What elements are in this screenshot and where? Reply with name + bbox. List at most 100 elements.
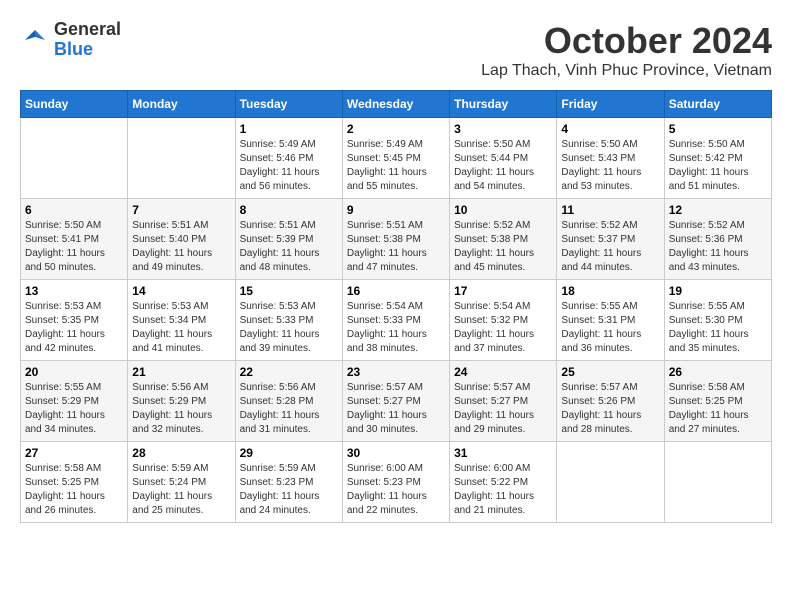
calendar-week-row: 20Sunrise: 5:55 AM Sunset: 5:29 PM Dayli…	[21, 361, 772, 442]
calendar-cell: 30 Sunrise: 6:00 AM Sunset: 5:23 PM Dayli…	[342, 442, 449, 523]
day-number: 18	[561, 284, 659, 298]
calendar-table: SundayMondayTuesdayWednesdayThursdayFrid…	[20, 90, 772, 523]
day-info: Sunrise: 5:54 AM Sunset: 5:32 PM Dayligh…	[454, 300, 552, 356]
calendar-week-row: 27Sunrise: 5:58 AM Sunset: 5:25 PM Dayli…	[21, 442, 772, 523]
day-info: Sunrise: 5:59 AM Sunset: 5:23 PM Dayligh…	[240, 462, 338, 518]
day-info: Sunrise: 5:50 AM Sunset: 5:44 PM Dayligh…	[454, 138, 552, 194]
logo-icon	[20, 25, 50, 55]
day-info: Sunrise: 5:57 AM Sunset: 5:27 PM Dayligh…	[347, 381, 445, 437]
day-number: 29	[240, 446, 338, 460]
weekday-header-cell: Wednesday	[342, 91, 449, 118]
calendar-cell: 16 Sunrise: 5:54 AM Sunset: 5:33 PM Dayli…	[342, 280, 449, 361]
logo: General Blue	[20, 20, 121, 60]
day-info: Sunrise: 5:50 AM Sunset: 5:43 PM Dayligh…	[561, 138, 659, 194]
day-number: 16	[347, 284, 445, 298]
calendar-cell: 8Sunrise: 5:51 AM Sunset: 5:39 PM Daylig…	[235, 199, 342, 280]
day-number: 14	[132, 284, 230, 298]
day-info: Sunrise: 5:51 AM Sunset: 5:39 PM Dayligh…	[240, 219, 338, 275]
calendar-week-row: 13 Sunrise: 5:53 AM Sunset: 5:35 PM Dayli…	[21, 280, 772, 361]
day-info: Sunrise: 5:54 AM Sunset: 5:33 PM Dayligh…	[347, 300, 445, 356]
day-number: 21	[132, 365, 230, 379]
day-info: Sunrise: 5:57 AM Sunset: 5:27 PM Dayligh…	[454, 381, 552, 437]
day-info: Sunrise: 5:50 AM Sunset: 5:42 PM Dayligh…	[669, 138, 767, 194]
calendar-cell: 10 Sunrise: 5:52 AM Sunset: 5:38 PM Dayli…	[450, 199, 557, 280]
page-header: General Blue October 2024 Lap Thach, Vin…	[20, 20, 772, 80]
weekday-header-cell: Tuesday	[235, 91, 342, 118]
calendar-cell: 21 Sunrise: 5:56 AM Sunset: 5:29 PM Dayli…	[128, 361, 235, 442]
day-number: 28	[132, 446, 230, 460]
weekday-header-cell: Thursday	[450, 91, 557, 118]
day-number: 27	[25, 446, 123, 460]
calendar-cell: 23 Sunrise: 5:57 AM Sunset: 5:27 PM Dayli…	[342, 361, 449, 442]
day-number: 9	[347, 203, 445, 217]
day-number: 4	[561, 122, 659, 136]
calendar-cell: 11Sunrise: 5:52 AM Sunset: 5:37 PM Dayli…	[557, 199, 664, 280]
weekday-header-row: SundayMondayTuesdayWednesdayThursdayFrid…	[21, 91, 772, 118]
day-info: Sunrise: 5:55 AM Sunset: 5:31 PM Dayligh…	[561, 300, 659, 356]
day-info: Sunrise: 5:56 AM Sunset: 5:29 PM Dayligh…	[132, 381, 230, 437]
day-info: Sunrise: 5:53 AM Sunset: 5:35 PM Dayligh…	[25, 300, 123, 356]
calendar-cell: 24Sunrise: 5:57 AM Sunset: 5:27 PM Dayli…	[450, 361, 557, 442]
day-number: 26	[669, 365, 767, 379]
calendar-cell	[664, 442, 771, 523]
day-info: Sunrise: 5:53 AM Sunset: 5:33 PM Dayligh…	[240, 300, 338, 356]
calendar-cell: 9 Sunrise: 5:51 AM Sunset: 5:38 PM Daylig…	[342, 199, 449, 280]
day-number: 7	[132, 203, 230, 217]
day-info: Sunrise: 5:55 AM Sunset: 5:29 PM Dayligh…	[25, 381, 123, 437]
calendar-week-row: 1Sunrise: 5:49 AM Sunset: 5:46 PM Daylig…	[21, 118, 772, 199]
day-info: Sunrise: 5:55 AM Sunset: 5:30 PM Dayligh…	[669, 300, 767, 356]
calendar-cell: 3Sunrise: 5:50 AM Sunset: 5:44 PM Daylig…	[450, 118, 557, 199]
day-number: 5	[669, 122, 767, 136]
day-number: 6	[25, 203, 123, 217]
day-number: 30	[347, 446, 445, 460]
calendar-cell: 19 Sunrise: 5:55 AM Sunset: 5:30 PM Dayli…	[664, 280, 771, 361]
calendar-cell	[557, 442, 664, 523]
day-number: 13	[25, 284, 123, 298]
day-info: Sunrise: 5:57 AM Sunset: 5:26 PM Dayligh…	[561, 381, 659, 437]
weekday-header-cell: Monday	[128, 91, 235, 118]
day-number: 2	[347, 122, 445, 136]
day-info: Sunrise: 5:49 AM Sunset: 5:45 PM Dayligh…	[347, 138, 445, 194]
calendar-cell: 14Sunrise: 5:53 AM Sunset: 5:34 PM Dayli…	[128, 280, 235, 361]
calendar-cell: 5 Sunrise: 5:50 AM Sunset: 5:42 PM Daylig…	[664, 118, 771, 199]
calendar-cell	[21, 118, 128, 199]
calendar-cell: 20Sunrise: 5:55 AM Sunset: 5:29 PM Dayli…	[21, 361, 128, 442]
day-number: 15	[240, 284, 338, 298]
location-title: Lap Thach, Vinh Phuc Province, Vietnam	[481, 62, 772, 80]
day-number: 23	[347, 365, 445, 379]
weekday-header-cell: Saturday	[664, 91, 771, 118]
day-number: 31	[454, 446, 552, 460]
day-info: Sunrise: 5:51 AM Sunset: 5:38 PM Dayligh…	[347, 219, 445, 275]
calendar-cell: 26Sunrise: 5:58 AM Sunset: 5:25 PM Dayli…	[664, 361, 771, 442]
calendar-cell: 12Sunrise: 5:52 AM Sunset: 5:36 PM Dayli…	[664, 199, 771, 280]
day-info: Sunrise: 6:00 AM Sunset: 5:22 PM Dayligh…	[454, 462, 552, 518]
calendar-cell: 31 Sunrise: 6:00 AM Sunset: 5:22 PM Dayli…	[450, 442, 557, 523]
calendar-cell: 18 Sunrise: 5:55 AM Sunset: 5:31 PM Dayli…	[557, 280, 664, 361]
title-block: October 2024 Lap Thach, Vinh Phuc Provin…	[481, 20, 772, 80]
calendar-cell: 2 Sunrise: 5:49 AM Sunset: 5:45 PM Daylig…	[342, 118, 449, 199]
day-info: Sunrise: 5:51 AM Sunset: 5:40 PM Dayligh…	[132, 219, 230, 275]
calendar-cell: 28 Sunrise: 5:59 AM Sunset: 5:24 PM Dayli…	[128, 442, 235, 523]
day-number: 22	[240, 365, 338, 379]
day-info: Sunrise: 5:52 AM Sunset: 5:37 PM Dayligh…	[561, 219, 659, 275]
weekday-header-cell: Friday	[557, 91, 664, 118]
calendar-cell: 29 Sunrise: 5:59 AM Sunset: 5:23 PM Dayli…	[235, 442, 342, 523]
day-info: Sunrise: 5:50 AM Sunset: 5:41 PM Dayligh…	[25, 219, 123, 275]
day-info: Sunrise: 5:59 AM Sunset: 5:24 PM Dayligh…	[132, 462, 230, 518]
calendar-cell: 25 Sunrise: 5:57 AM Sunset: 5:26 PM Dayli…	[557, 361, 664, 442]
logo-blue: Blue	[54, 40, 121, 60]
day-number: 10	[454, 203, 552, 217]
calendar-cell	[128, 118, 235, 199]
day-info: Sunrise: 5:56 AM Sunset: 5:28 PM Dayligh…	[240, 381, 338, 437]
calendar-cell: 4 Sunrise: 5:50 AM Sunset: 5:43 PM Daylig…	[557, 118, 664, 199]
day-number: 19	[669, 284, 767, 298]
calendar-cell: 15 Sunrise: 5:53 AM Sunset: 5:33 PM Dayli…	[235, 280, 342, 361]
day-info: Sunrise: 6:00 AM Sunset: 5:23 PM Dayligh…	[347, 462, 445, 518]
day-info: Sunrise: 5:52 AM Sunset: 5:36 PM Dayligh…	[669, 219, 767, 275]
calendar-body: 1Sunrise: 5:49 AM Sunset: 5:46 PM Daylig…	[21, 118, 772, 523]
day-number: 25	[561, 365, 659, 379]
day-number: 17	[454, 284, 552, 298]
day-info: Sunrise: 5:52 AM Sunset: 5:38 PM Dayligh…	[454, 219, 552, 275]
month-title: October 2024	[481, 20, 772, 62]
day-info: Sunrise: 5:49 AM Sunset: 5:46 PM Dayligh…	[240, 138, 338, 194]
